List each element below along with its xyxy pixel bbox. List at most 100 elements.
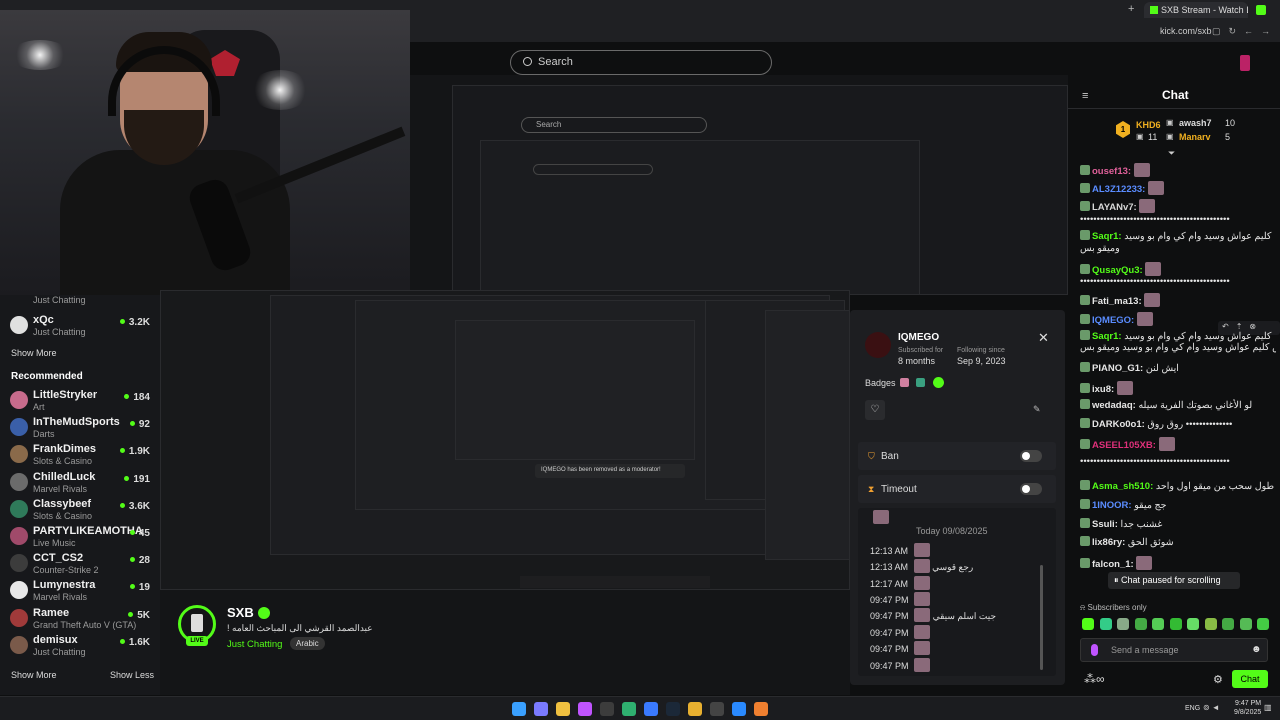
sidebar-channel[interactable]: ChilledLuck Marvel Rivals 191 xyxy=(10,469,150,497)
chat-message[interactable]: Fati_ma13: xyxy=(1080,293,1276,308)
chat-message[interactable]: ASEEL105XB: xyxy=(1080,437,1276,452)
chat-message[interactable]: falcon_1: xyxy=(1080,556,1276,571)
sidebar-channel[interactable]: FrankDimes Slots & Casino 1.9K xyxy=(10,441,150,469)
chat-message[interactable]: Ssuli: غشنب جدا xyxy=(1080,518,1276,531)
leaderboard-name[interactable]: KHD6 xyxy=(1136,120,1161,130)
chrome-icon[interactable] xyxy=(688,702,702,716)
new-tab-button[interactable]: + xyxy=(1128,3,1134,15)
pin-icon[interactable]: ✎ xyxy=(1033,404,1041,415)
emote-icon[interactable] xyxy=(1239,618,1252,630)
emote-icon[interactable] xyxy=(1099,618,1112,630)
chat-message[interactable]: ousef13: xyxy=(1080,163,1276,178)
chat-username[interactable]: DARKo0o1: xyxy=(1092,419,1145,430)
sidebar-channel[interactable]: Classybeef Slots & Casino 3.6K xyxy=(10,496,150,524)
chat-username[interactable]: Ssuli: xyxy=(1092,519,1118,530)
chat-message[interactable]: وميقو بس كليم عواش وسيد وام كي وام بو وس… xyxy=(1080,342,1276,354)
channel-name[interactable]: SXB xyxy=(227,605,254,620)
emote-icon[interactable] xyxy=(1204,618,1217,630)
chat-message[interactable]: وميقو بس xyxy=(1080,243,1276,255)
chat-username[interactable]: 1INOOR: xyxy=(1092,500,1132,511)
chat-message[interactable]: Asma_sh510: اوف على طول سحب من ميقو اول … xyxy=(1080,480,1276,493)
chat-username[interactable]: wedadaq: xyxy=(1092,400,1136,411)
chat-username[interactable]: QusayQu3: xyxy=(1092,265,1143,276)
sidebar-channel[interactable]: demisux Just Chatting 1.6K xyxy=(10,632,150,660)
timeout-toggle[interactable] xyxy=(1020,483,1042,495)
kick-extension-icon[interactable] xyxy=(1256,5,1266,15)
chat-username[interactable]: Saqr1: xyxy=(1092,331,1122,342)
chat-message[interactable]: PIANO_G1: ايش لنن xyxy=(1080,362,1276,375)
user-avatar[interactable] xyxy=(1240,55,1250,71)
file-explorer-icon[interactable] xyxy=(556,702,570,716)
sidebar-channel[interactable]: PARTYLIKEAMOTHA Live Music 45 xyxy=(10,523,150,551)
show-more-button[interactable]: Show More xyxy=(11,348,57,358)
clock-date[interactable]: 9/8/2025 xyxy=(1234,709,1261,716)
clock-time[interactable]: 9:47 PM xyxy=(1235,700,1261,707)
sidebar-channel[interactable]: Just Chatting xyxy=(10,291,150,307)
windows-start-icon[interactable] xyxy=(512,702,526,716)
pinned-chevron-icon[interactable]: ⏷ xyxy=(1168,148,1175,159)
emote-icon[interactable] xyxy=(1257,618,1269,630)
copilot-icon[interactable] xyxy=(534,702,548,716)
chat-message[interactable]: LAYANv7: xyxy=(1080,199,1276,214)
leaderboard-name[interactable]: Manarv xyxy=(1179,132,1211,142)
notification-icon[interactable]: ▥ xyxy=(1264,703,1272,712)
app-icon[interactable] xyxy=(578,702,592,716)
settings-gear-icon[interactable]: ⚙ xyxy=(1213,673,1223,686)
chat-username[interactable]: IQMEGO: xyxy=(1092,315,1134,326)
chat-username[interactable]: Fati_ma13: xyxy=(1092,296,1142,307)
emote-icon[interactable] xyxy=(1222,618,1234,630)
chat-username[interactable]: Asma_sh510: xyxy=(1092,481,1153,492)
history-scrollbar[interactable] xyxy=(1040,565,1043,670)
system-tray-icons[interactable]: ⊚◄ xyxy=(1203,703,1222,712)
emote-icon[interactable] xyxy=(1152,618,1164,630)
chat-message[interactable]: ••••••••••••••••••••••••••••••••••••••••… xyxy=(1080,456,1276,468)
url-text[interactable]: kick.com/sxb xyxy=(1160,26,1212,36)
chat-username[interactable]: Saqr1: xyxy=(1092,231,1122,242)
chat-username[interactable]: ixu8: xyxy=(1092,384,1114,395)
sidebar-channel[interactable]: Lumynestra Marvel Rivals 19 xyxy=(10,577,150,605)
sidebar-channel[interactable]: Ramee Grand Theft Auto V (GTA) 5K xyxy=(10,605,150,633)
chat-username[interactable]: falcon_1: xyxy=(1092,559,1134,570)
follow-heart-button[interactable]: ♡ xyxy=(865,400,885,420)
language-indicator[interactable]: ENG xyxy=(1185,705,1200,712)
app-icon[interactable] xyxy=(754,702,768,716)
send-chat-button[interactable]: Chat xyxy=(1232,670,1268,688)
chat-username[interactable]: ousef13: xyxy=(1092,166,1131,177)
emoji-icon[interactable]: ☻ xyxy=(1251,644,1262,655)
close-icon[interactable]: ✕ xyxy=(1038,330,1049,346)
chat-username[interactable]: lix86ry: xyxy=(1092,537,1125,548)
steam-icon[interactable] xyxy=(666,702,680,716)
chat-username[interactable]: PIANO_G1: xyxy=(1092,363,1143,374)
stream-tag[interactable]: Arabic xyxy=(290,637,325,650)
chat-username[interactable]: AL3Z12233: xyxy=(1092,184,1145,195)
edge-icon[interactable] xyxy=(732,702,746,716)
leaderboard-name[interactable]: awash7 xyxy=(1179,118,1212,128)
sidebar-channel[interactable]: xQc Just Chatting 3.2K xyxy=(10,312,150,340)
chat-paused-banner[interactable]: ⏸ Chat paused for scrolling xyxy=(1108,572,1240,589)
message-input[interactable]: Send a message ☻ xyxy=(1080,638,1268,662)
emote-icon[interactable] xyxy=(1187,618,1199,630)
emote-icon[interactable] xyxy=(1134,618,1147,630)
app-icon[interactable] xyxy=(600,702,614,716)
sidebar-channel[interactable]: CCT_CS2 Counter-Strike 2 28 xyxy=(10,550,150,578)
ban-toggle[interactable] xyxy=(1020,450,1042,462)
emote-icon[interactable] xyxy=(1169,618,1182,630)
chat-message[interactable]: DARKo0o1: روق روق •••••••••••••• xyxy=(1080,418,1276,431)
chat-message[interactable]: lix86ry: شوئق الحق xyxy=(1080,536,1276,549)
chat-message[interactable]: QusayQu3: xyxy=(1080,262,1276,277)
chat-message[interactable]: Saqr1: كليم عواش وسيد وام كي وام بو وسيد xyxy=(1080,230,1276,243)
points-icon[interactable]: ⁂∞ xyxy=(1084,672,1105,686)
microphone-icon[interactable] xyxy=(1091,644,1098,656)
browser-tab[interactable]: SXB Stream - Watch Live on Kick xyxy=(1144,2,1248,18)
chat-message[interactable]: ••••••••••••••••••••••••••••••••••••••••… xyxy=(1080,276,1276,288)
emote-icon[interactable] xyxy=(1117,618,1129,630)
chat-message[interactable]: ixu8: xyxy=(1080,381,1276,396)
search-input[interactable]: Search xyxy=(510,50,772,75)
show-less-button[interactable]: Show Less xyxy=(110,670,154,680)
chat-message[interactable]: wedadaq: لو الأغاني بصوتك الفرية سيله xyxy=(1080,399,1276,412)
chat-message[interactable]: ••••••••••••••••••••••••••••••••••••••••… xyxy=(1080,214,1276,226)
chat-message[interactable]: IQMEGO: xyxy=(1080,312,1276,327)
app-icon[interactable] xyxy=(622,702,636,716)
chat-message[interactable]: 1INOOR: جج ميقو xyxy=(1080,499,1276,512)
chat-username[interactable]: LAYANv7: xyxy=(1092,202,1137,213)
